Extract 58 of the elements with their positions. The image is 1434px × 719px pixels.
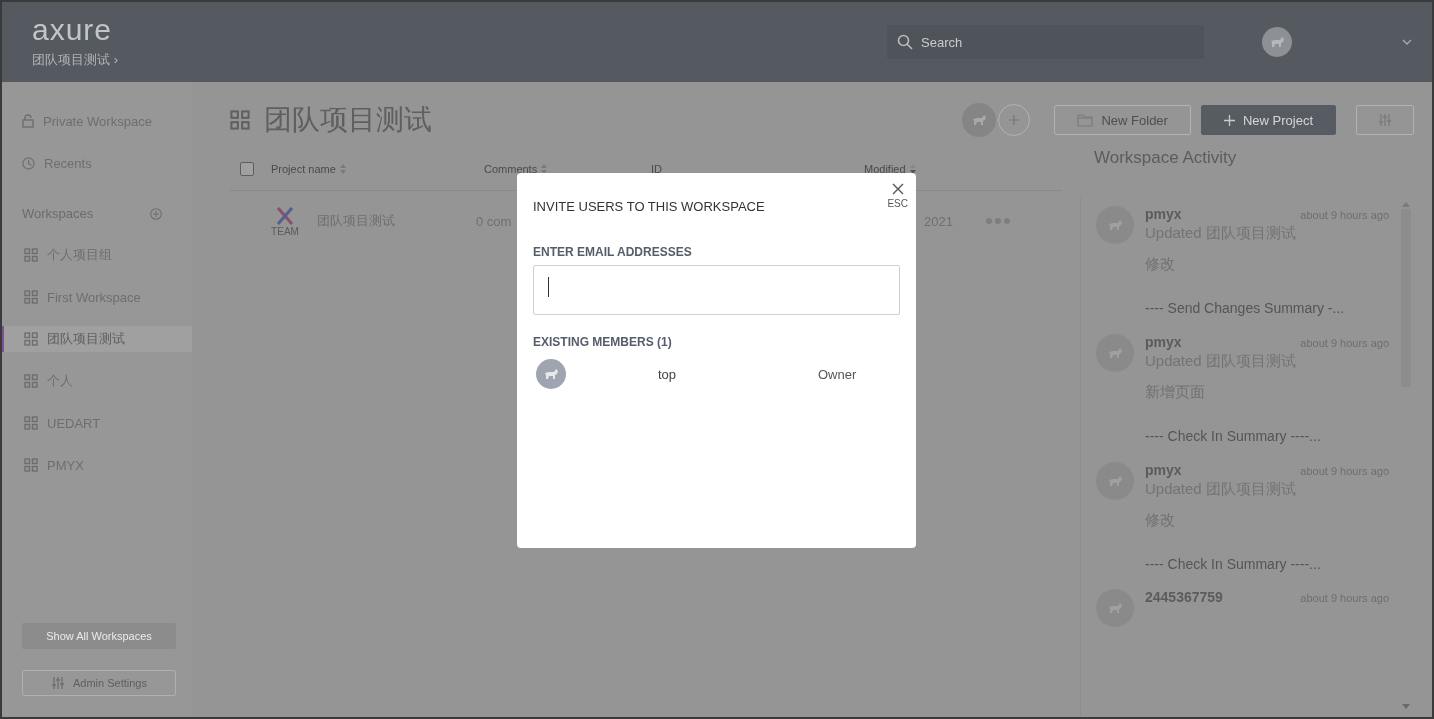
grid-icon bbox=[24, 458, 38, 472]
activity-summary: ---- Send Changes Summary -... bbox=[1145, 300, 1346, 316]
settings-button[interactable] bbox=[1356, 105, 1414, 135]
close-icon bbox=[891, 183, 904, 195]
grid-icon bbox=[24, 332, 38, 346]
logo[interactable]: axure bbox=[32, 15, 887, 45]
panel-title: Workspace Activity bbox=[1093, 148, 1238, 169]
team-label: TEAM bbox=[271, 225, 299, 237]
user-name: pmyx bbox=[1145, 206, 1182, 222]
add-icon[interactable] bbox=[150, 207, 162, 220]
member-role: Owner bbox=[818, 366, 857, 382]
dog-icon bbox=[1269, 36, 1285, 48]
section-title: EXISTING MEMBERS (1) bbox=[533, 335, 673, 349]
dialog-title: INVITE USERS TO THIS WORKSPACE bbox=[533, 199, 765, 214]
workspace-link[interactable]: 团队项目测试 › bbox=[32, 51, 887, 69]
sort-icon[interactable] bbox=[541, 164, 548, 174]
column-header[interactable]: Project name bbox=[271, 163, 484, 175]
scroll-up-icon[interactable] bbox=[1402, 202, 1410, 207]
search-field[interactable]: Search bbox=[887, 25, 1204, 59]
new-folder-button[interactable]: New Folder bbox=[1054, 105, 1191, 135]
workspace-item[interactable]: 团队项目测试 bbox=[2, 326, 192, 352]
sort-icon[interactable] bbox=[909, 164, 916, 174]
admin-settings-button[interactable]: Admin Settings bbox=[22, 670, 176, 696]
chevron-down-icon[interactable] bbox=[1402, 39, 1412, 45]
column-header[interactable]: Modified bbox=[864, 163, 984, 175]
member-email: top bbox=[657, 366, 678, 382]
user-name: pmyx bbox=[1145, 461, 1182, 478]
new-project-button[interactable]: New Project bbox=[1200, 105, 1336, 135]
grid-icon bbox=[24, 290, 38, 304]
show-all-button[interactable]: Show All Workspaces bbox=[22, 623, 176, 649]
plus-icon bbox=[1223, 114, 1235, 126]
field-label: ENTER EMAIL ADDRESSES bbox=[533, 245, 693, 259]
text-cursor bbox=[548, 277, 549, 297]
user-name: pmyx bbox=[1145, 333, 1182, 350]
grid-icon bbox=[24, 248, 38, 262]
sliders-icon bbox=[1378, 113, 1392, 127]
plus-icon bbox=[1009, 115, 1020, 125]
dog-icon bbox=[543, 368, 559, 380]
activity-summary: ---- Check In Summary ----... bbox=[1145, 555, 1322, 572]
member-avatar[interactable] bbox=[962, 103, 997, 137]
axure-x-icon bbox=[275, 205, 295, 226]
scroll-down-icon[interactable] bbox=[1402, 704, 1410, 709]
dog-icon bbox=[971, 114, 988, 126]
clock-icon bbox=[22, 156, 35, 170]
select-all-checkbox[interactable] bbox=[240, 162, 254, 176]
grid-icon bbox=[24, 416, 38, 430]
column-header[interactable]: Comments bbox=[484, 163, 651, 175]
user-avatar[interactable] bbox=[1262, 27, 1292, 57]
folder-icon bbox=[1077, 113, 1094, 127]
user-name: 2445367759 bbox=[1145, 589, 1223, 606]
lock-icon bbox=[22, 114, 34, 128]
sliders-icon bbox=[51, 676, 65, 690]
grid-icon bbox=[24, 374, 38, 388]
email-field[interactable] bbox=[533, 265, 900, 315]
close-button[interactable]: ESC bbox=[887, 183, 908, 209]
grid-icon bbox=[230, 110, 250, 130]
column-header[interactable]: ID bbox=[651, 163, 864, 175]
activity-summary: ---- Check In Summary ----... bbox=[1145, 427, 1322, 444]
